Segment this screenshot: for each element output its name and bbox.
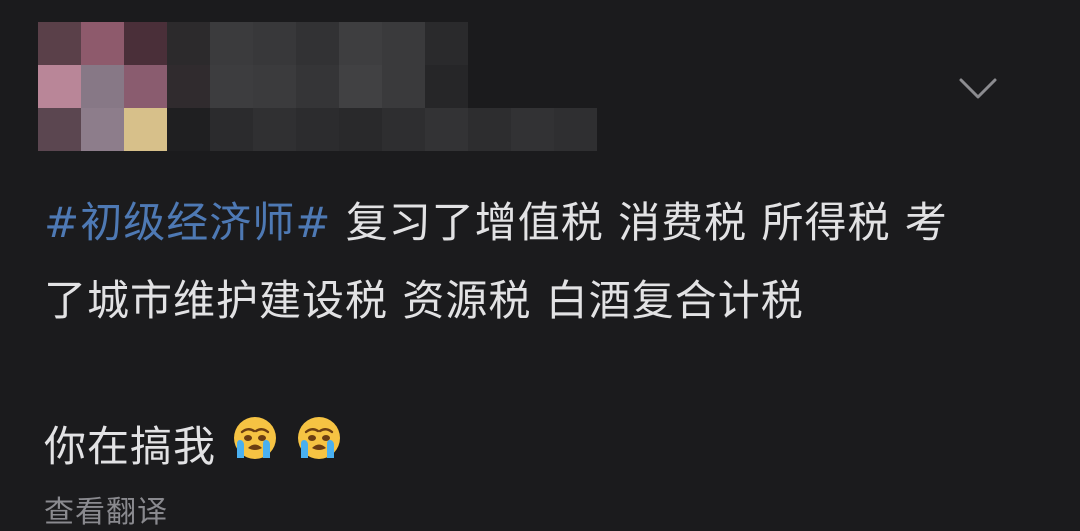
crying-face-emoji-icon [231,409,279,459]
post-text-segment: 复习了增值税 消费税 所得税 考 [331,198,948,247]
post-text-line-1: #初级经济师# 复习了增值税 消费税 所得税 考 [44,184,1054,262]
crying-face-emoji-icon [295,409,343,459]
post-text: #初级经济师# 复习了增值税 消费税 所得税 考 了城市维护建设税 资源税 白酒… [44,184,1054,486]
post-text-line-2: 了城市维护建设税 资源税 白酒复合计税 [44,276,804,325]
post-text-segment: 你在搞我 [44,422,217,471]
hashtag-link[interactable]: #初级经济师# [44,198,331,247]
chevron-down-icon[interactable] [958,74,998,104]
post-text-line-3: 你在搞我 [44,408,1054,486]
view-translation-link[interactable]: 查看翻译 [44,487,168,531]
